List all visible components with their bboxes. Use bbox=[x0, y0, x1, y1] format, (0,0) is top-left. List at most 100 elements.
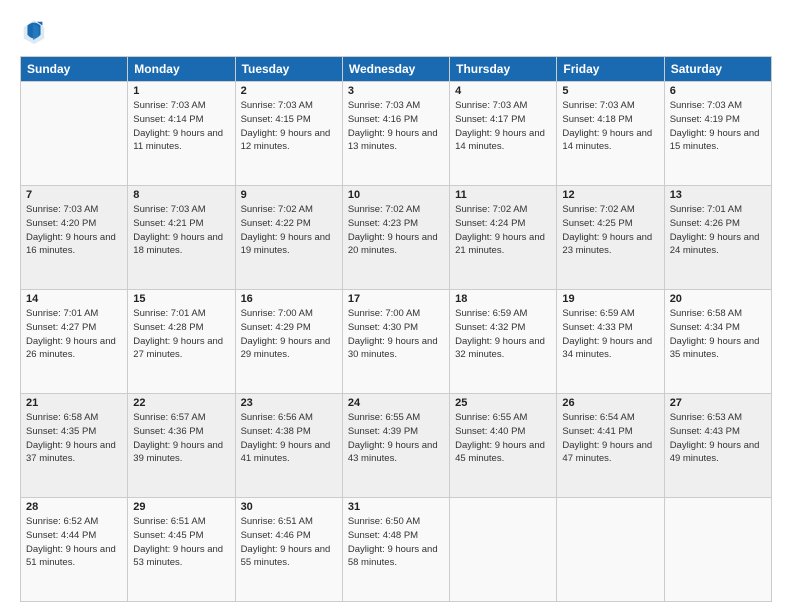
calendar-week-row: 28 Sunrise: 6:52 AMSunset: 4:44 PMDaylig… bbox=[21, 498, 772, 602]
day-info: Sunrise: 7:03 AMSunset: 4:20 PMDaylight:… bbox=[26, 203, 122, 258]
calendar-day-header: Tuesday bbox=[235, 57, 342, 82]
calendar-cell: 11 Sunrise: 7:02 AMSunset: 4:24 PMDaylig… bbox=[450, 186, 557, 290]
day-number: 27 bbox=[670, 397, 766, 409]
day-number: 15 bbox=[133, 293, 229, 305]
calendar-cell: 4 Sunrise: 7:03 AMSunset: 4:17 PMDayligh… bbox=[450, 82, 557, 186]
day-info: Sunrise: 7:03 AMSunset: 4:19 PMDaylight:… bbox=[670, 99, 766, 154]
day-number: 16 bbox=[241, 293, 337, 305]
day-number: 30 bbox=[241, 501, 337, 513]
day-number: 2 bbox=[241, 85, 337, 97]
day-info: Sunrise: 7:01 AMSunset: 4:28 PMDaylight:… bbox=[133, 307, 229, 362]
calendar-week-row: 7 Sunrise: 7:03 AMSunset: 4:20 PMDayligh… bbox=[21, 186, 772, 290]
day-info: Sunrise: 7:03 AMSunset: 4:17 PMDaylight:… bbox=[455, 99, 551, 154]
day-info: Sunrise: 7:02 AMSunset: 4:24 PMDaylight:… bbox=[455, 203, 551, 258]
day-info: Sunrise: 7:02 AMSunset: 4:23 PMDaylight:… bbox=[348, 203, 444, 258]
day-number: 14 bbox=[26, 293, 122, 305]
calendar-cell: 16 Sunrise: 7:00 AMSunset: 4:29 PMDaylig… bbox=[235, 290, 342, 394]
day-number: 12 bbox=[562, 189, 658, 201]
day-info: Sunrise: 6:59 AMSunset: 4:33 PMDaylight:… bbox=[562, 307, 658, 362]
day-number: 10 bbox=[348, 189, 444, 201]
calendar-day-header: Thursday bbox=[450, 57, 557, 82]
day-info: Sunrise: 7:02 AMSunset: 4:22 PMDaylight:… bbox=[241, 203, 337, 258]
calendar-cell bbox=[21, 82, 128, 186]
logo bbox=[20, 18, 52, 46]
day-number: 17 bbox=[348, 293, 444, 305]
day-info: Sunrise: 6:55 AMSunset: 4:39 PMDaylight:… bbox=[348, 411, 444, 466]
day-info: Sunrise: 7:03 AMSunset: 4:18 PMDaylight:… bbox=[562, 99, 658, 154]
logo-icon bbox=[20, 18, 48, 46]
day-number: 25 bbox=[455, 397, 551, 409]
day-info: Sunrise: 7:01 AMSunset: 4:27 PMDaylight:… bbox=[26, 307, 122, 362]
calendar-week-row: 21 Sunrise: 6:58 AMSunset: 4:35 PMDaylig… bbox=[21, 394, 772, 498]
calendar-cell: 20 Sunrise: 6:58 AMSunset: 4:34 PMDaylig… bbox=[664, 290, 771, 394]
header bbox=[20, 18, 772, 46]
day-info: Sunrise: 7:03 AMSunset: 4:15 PMDaylight:… bbox=[241, 99, 337, 154]
calendar-day-header: Wednesday bbox=[342, 57, 449, 82]
calendar-cell: 27 Sunrise: 6:53 AMSunset: 4:43 PMDaylig… bbox=[664, 394, 771, 498]
day-info: Sunrise: 6:58 AMSunset: 4:34 PMDaylight:… bbox=[670, 307, 766, 362]
calendar-cell: 26 Sunrise: 6:54 AMSunset: 4:41 PMDaylig… bbox=[557, 394, 664, 498]
calendar-cell: 23 Sunrise: 6:56 AMSunset: 4:38 PMDaylig… bbox=[235, 394, 342, 498]
calendar-cell: 17 Sunrise: 7:00 AMSunset: 4:30 PMDaylig… bbox=[342, 290, 449, 394]
calendar-cell: 2 Sunrise: 7:03 AMSunset: 4:15 PMDayligh… bbox=[235, 82, 342, 186]
day-number: 7 bbox=[26, 189, 122, 201]
calendar-cell: 18 Sunrise: 6:59 AMSunset: 4:32 PMDaylig… bbox=[450, 290, 557, 394]
calendar-cell: 28 Sunrise: 6:52 AMSunset: 4:44 PMDaylig… bbox=[21, 498, 128, 602]
day-number: 31 bbox=[348, 501, 444, 513]
day-number: 4 bbox=[455, 85, 551, 97]
calendar-cell: 9 Sunrise: 7:02 AMSunset: 4:22 PMDayligh… bbox=[235, 186, 342, 290]
calendar-cell: 14 Sunrise: 7:01 AMSunset: 4:27 PMDaylig… bbox=[21, 290, 128, 394]
day-info: Sunrise: 7:03 AMSunset: 4:14 PMDaylight:… bbox=[133, 99, 229, 154]
calendar-cell: 29 Sunrise: 6:51 AMSunset: 4:45 PMDaylig… bbox=[128, 498, 235, 602]
calendar-day-header: Sunday bbox=[21, 57, 128, 82]
calendar-day-header: Monday bbox=[128, 57, 235, 82]
calendar-week-row: 14 Sunrise: 7:01 AMSunset: 4:27 PMDaylig… bbox=[21, 290, 772, 394]
calendar-cell: 24 Sunrise: 6:55 AMSunset: 4:39 PMDaylig… bbox=[342, 394, 449, 498]
day-info: Sunrise: 6:59 AMSunset: 4:32 PMDaylight:… bbox=[455, 307, 551, 362]
calendar-cell: 15 Sunrise: 7:01 AMSunset: 4:28 PMDaylig… bbox=[128, 290, 235, 394]
day-info: Sunrise: 7:00 AMSunset: 4:29 PMDaylight:… bbox=[241, 307, 337, 362]
calendar-cell: 25 Sunrise: 6:55 AMSunset: 4:40 PMDaylig… bbox=[450, 394, 557, 498]
day-number: 3 bbox=[348, 85, 444, 97]
day-number: 28 bbox=[26, 501, 122, 513]
day-number: 23 bbox=[241, 397, 337, 409]
day-info: Sunrise: 6:52 AMSunset: 4:44 PMDaylight:… bbox=[26, 515, 122, 570]
day-info: Sunrise: 6:54 AMSunset: 4:41 PMDaylight:… bbox=[562, 411, 658, 466]
day-number: 19 bbox=[562, 293, 658, 305]
calendar-cell: 6 Sunrise: 7:03 AMSunset: 4:19 PMDayligh… bbox=[664, 82, 771, 186]
day-info: Sunrise: 7:01 AMSunset: 4:26 PMDaylight:… bbox=[670, 203, 766, 258]
day-info: Sunrise: 6:58 AMSunset: 4:35 PMDaylight:… bbox=[26, 411, 122, 466]
calendar-cell: 19 Sunrise: 6:59 AMSunset: 4:33 PMDaylig… bbox=[557, 290, 664, 394]
calendar-cell bbox=[557, 498, 664, 602]
calendar-cell: 31 Sunrise: 6:50 AMSunset: 4:48 PMDaylig… bbox=[342, 498, 449, 602]
day-info: Sunrise: 6:57 AMSunset: 4:36 PMDaylight:… bbox=[133, 411, 229, 466]
page: SundayMondayTuesdayWednesdayThursdayFrid… bbox=[0, 0, 792, 612]
day-number: 20 bbox=[670, 293, 766, 305]
calendar-cell bbox=[664, 498, 771, 602]
day-number: 5 bbox=[562, 85, 658, 97]
day-number: 24 bbox=[348, 397, 444, 409]
day-info: Sunrise: 7:02 AMSunset: 4:25 PMDaylight:… bbox=[562, 203, 658, 258]
day-info: Sunrise: 6:53 AMSunset: 4:43 PMDaylight:… bbox=[670, 411, 766, 466]
day-info: Sunrise: 6:55 AMSunset: 4:40 PMDaylight:… bbox=[455, 411, 551, 466]
day-number: 8 bbox=[133, 189, 229, 201]
calendar-week-row: 1 Sunrise: 7:03 AMSunset: 4:14 PMDayligh… bbox=[21, 82, 772, 186]
day-number: 1 bbox=[133, 85, 229, 97]
calendar-day-header: Friday bbox=[557, 57, 664, 82]
day-info: Sunrise: 6:56 AMSunset: 4:38 PMDaylight:… bbox=[241, 411, 337, 466]
day-info: Sunrise: 6:51 AMSunset: 4:46 PMDaylight:… bbox=[241, 515, 337, 570]
calendar-day-header: Saturday bbox=[664, 57, 771, 82]
calendar-cell: 21 Sunrise: 6:58 AMSunset: 4:35 PMDaylig… bbox=[21, 394, 128, 498]
calendar-cell: 8 Sunrise: 7:03 AMSunset: 4:21 PMDayligh… bbox=[128, 186, 235, 290]
day-info: Sunrise: 7:03 AMSunset: 4:16 PMDaylight:… bbox=[348, 99, 444, 154]
calendar-cell: 3 Sunrise: 7:03 AMSunset: 4:16 PMDayligh… bbox=[342, 82, 449, 186]
day-number: 6 bbox=[670, 85, 766, 97]
day-info: Sunrise: 6:50 AMSunset: 4:48 PMDaylight:… bbox=[348, 515, 444, 570]
day-number: 26 bbox=[562, 397, 658, 409]
day-number: 29 bbox=[133, 501, 229, 513]
calendar-cell bbox=[450, 498, 557, 602]
day-number: 9 bbox=[241, 189, 337, 201]
calendar-cell: 13 Sunrise: 7:01 AMSunset: 4:26 PMDaylig… bbox=[664, 186, 771, 290]
day-info: Sunrise: 6:51 AMSunset: 4:45 PMDaylight:… bbox=[133, 515, 229, 570]
calendar-header-row: SundayMondayTuesdayWednesdayThursdayFrid… bbox=[21, 57, 772, 82]
